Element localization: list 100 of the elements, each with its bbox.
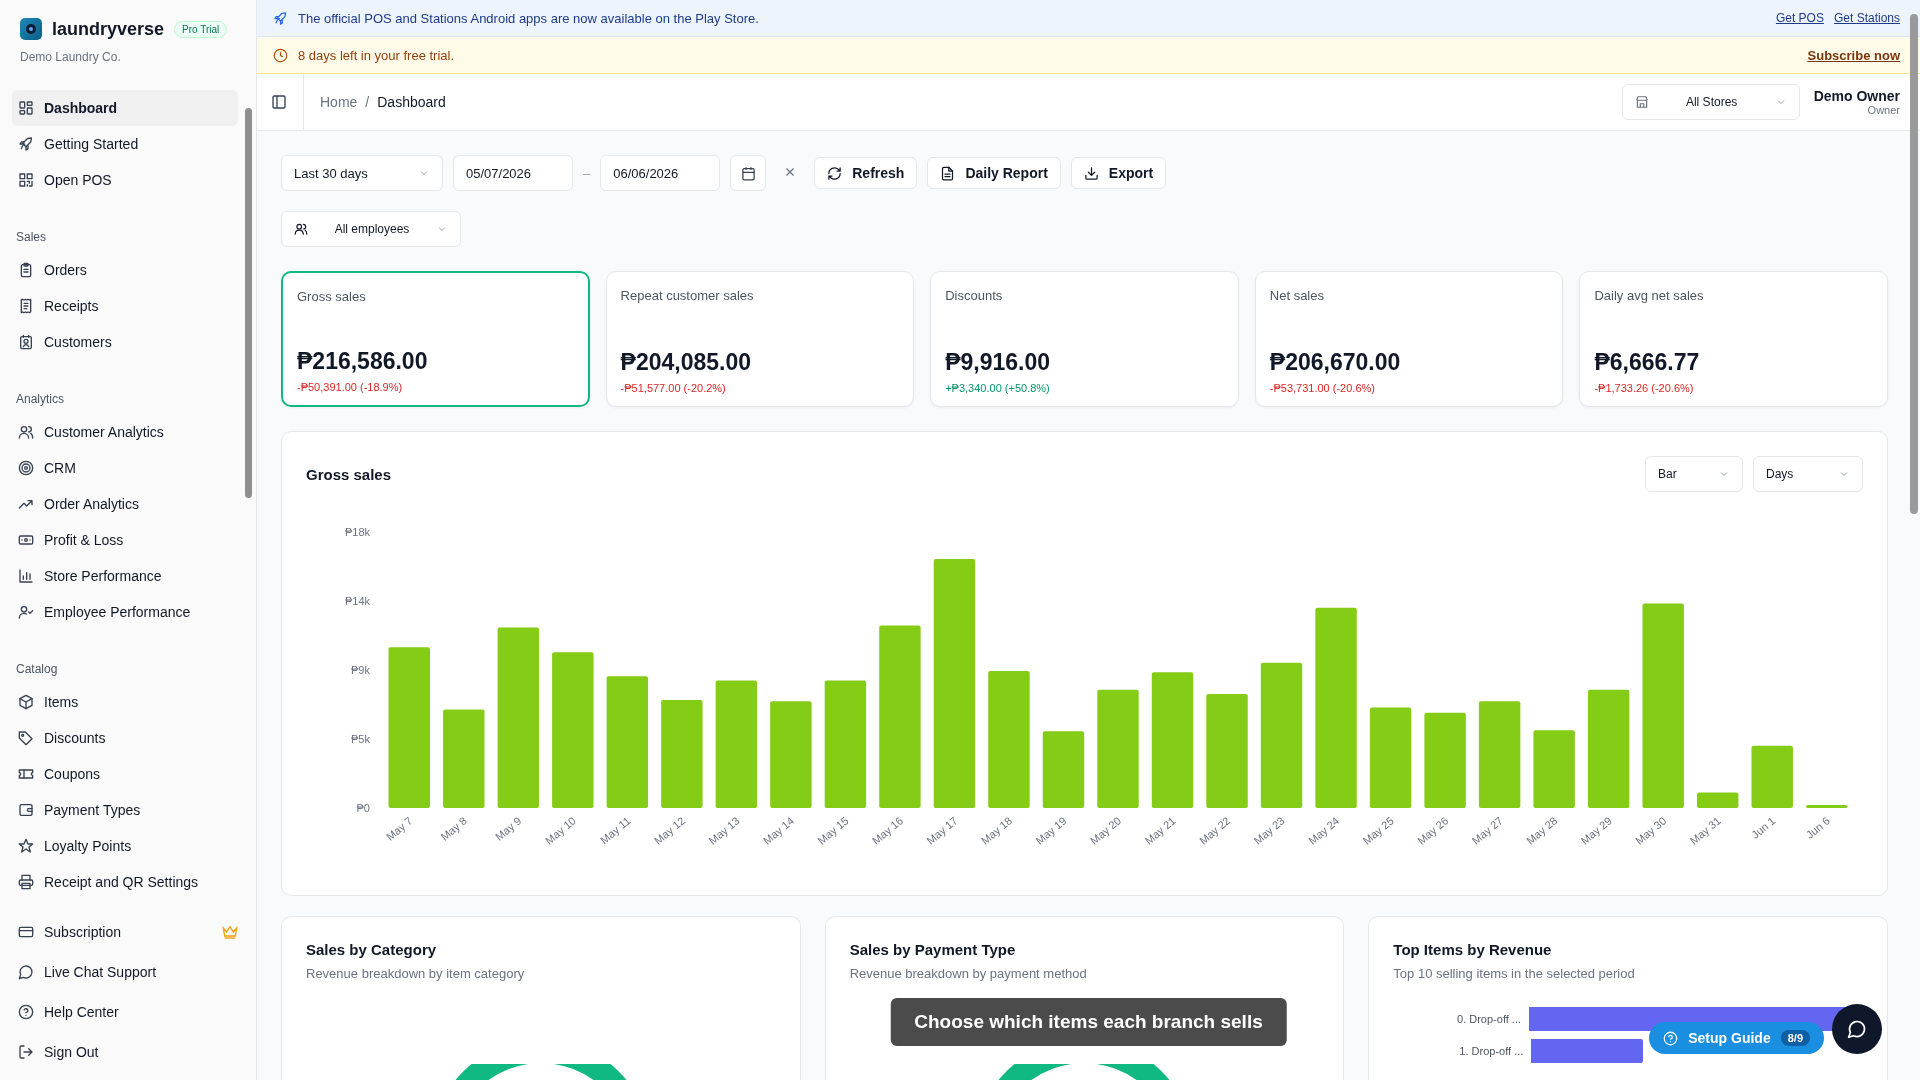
user-check-icon [18,604,34,620]
breadcrumb-item[interactable]: Home [320,94,358,110]
axis-label: May 13 [706,814,742,847]
axis-label: May 27 [1469,814,1505,847]
calendar-button[interactable] [730,155,767,191]
sign-out-icon [18,1044,34,1060]
chart-bar [1806,804,1848,808]
banner-link[interactable]: Get Stations [1833,11,1900,25]
chart-bar [1697,792,1739,808]
nav-item[interactable]: Receipts [12,288,238,324]
printer-icon [18,874,34,890]
brand-name: laundryverse [52,18,165,40]
axis-label: May 21 [1142,814,1178,847]
metric-change: -₱53,731.00 (-20.6%) [1269,382,1376,394]
nav-item[interactable]: Subscription [12,912,244,952]
clipboard-icon [18,262,34,278]
refresh-icon [827,165,843,181]
axis-label: May 25 [1360,814,1396,847]
nav-item[interactable]: Store Performance [12,558,238,594]
nav-item[interactable]: Loyalty Points [12,828,238,864]
card-title: Top Items by Revenue [1393,941,1553,958]
axis-label: May 7 [383,814,415,843]
credit-card-icon [18,924,34,940]
axis-label: May 29 [1578,814,1614,847]
store-icon [1634,95,1649,109]
bar-chart-icon [18,568,34,584]
axis-label: May 22 [1196,814,1233,847]
nav-item[interactable]: Employee Performance [12,594,238,630]
chat-icon [1847,1019,1867,1039]
nav-item[interactable]: CRM [12,450,238,486]
receipt-icon [18,298,34,314]
setup-guide-button[interactable]: Setup Guide 8/9 [1649,1022,1824,1054]
breadcrumb-item[interactable]: Dashboard [377,94,446,110]
nav-item[interactable]: Order Analytics [12,486,238,522]
metric-card[interactable]: Repeat customer sales ₱204,085.00 -₱51,577.00 (-20.2%) [605,271,915,407]
nav-item[interactable]: Open POS [12,162,238,198]
employee-select[interactable]: All employees [281,211,461,247]
nav-item[interactable]: Getting Started [12,126,238,162]
axis-label: ₱9k [351,664,370,676]
progress-badge: 8/9 [1780,1030,1810,1046]
axis-label: May 28 [1524,814,1560,847]
metric-card[interactable]: Gross sales ₱216,586.00 -₱50,391.00 (-18.9%) [281,271,590,407]
sidebar-toggle-icon[interactable] [271,94,287,110]
nav-item[interactable]: Coupons [12,756,238,792]
toolbar-button[interactable]: Refresh [814,157,918,189]
metric-card[interactable]: Daily avg net sales ₱6,666.77 -₱1,733.26 (-20.6%) [1579,271,1888,407]
trial-text: 8 days left in your free trial. [298,47,455,63]
metric-card[interactable]: Discounts ₱9,916.00 +₱3,340.00 (+50.8%) [930,271,1239,407]
nav-item[interactable]: Receipt and QR Settings [12,864,238,892]
axis-label: May 18 [978,814,1015,847]
users-icon [18,424,34,440]
toolbar-button[interactable]: Export [1070,157,1167,189]
metric-change: -₱51,577.00 (-20.2%) [620,382,727,394]
metric-value: ₱204,085.00 [620,349,753,376]
axis-label: May 19 [1033,814,1069,847]
nav-item[interactable]: Items [12,684,238,720]
nav-item[interactable]: Live Chat Support [12,952,244,992]
toolbar-button[interactable]: Daily Report [927,157,1061,189]
qr-code-icon [18,172,34,188]
end-date-field[interactable]: 06/06/2026 [600,155,721,191]
rocket-icon [273,10,288,26]
nav-item[interactable]: Profit & Loss [12,522,238,558]
help-icon [18,1004,34,1020]
nav-item[interactable]: Discounts [12,720,238,756]
axis-label: May 11 [597,814,633,847]
metric-value: ₱9,916.00 [945,349,1052,376]
date-separator: – [583,165,591,181]
nav-item[interactable]: Orders [12,252,238,288]
axis-label: ₱5k [351,733,370,745]
start-date-field[interactable]: 05/07/2026 [453,155,573,191]
metric-label: Discounts [945,288,1004,303]
nav-item[interactable]: Help Center [12,992,244,1032]
metric-label: Daily avg net sales [1594,288,1705,303]
axis-label: May 20 [1087,814,1124,847]
axis-label: May 24 [1306,814,1342,847]
nav-item[interactable]: Customers [12,324,238,360]
scrollbar[interactable] [1910,14,1918,514]
metric-card[interactable]: Net sales ₱206,670.00 -₱53,731.00 (-20.6%) [1254,271,1564,407]
nav-item[interactable]: Sign Out [12,1032,244,1072]
nav-item[interactable]: Payment Types [12,792,238,828]
nav-item[interactable]: Customer Analytics [12,414,238,450]
grid-icon [18,100,34,116]
scrollbar[interactable] [245,108,252,498]
subscribe-link[interactable]: Subscribe now [1807,47,1900,63]
axis-label: ₱18k [344,526,370,538]
plan-badge: Pro Trial [174,20,228,38]
axis-label: May 14 [760,814,797,847]
nav-item[interactable]: Dashboard [12,90,238,126]
organization-name: Demo Laundry Co. [19,49,122,66]
axis-label: May 10 [542,814,579,847]
axis-label: Jun 1 [1749,814,1778,841]
chat-icon [18,964,34,980]
axis-label: May 31 [1687,814,1723,847]
store-select[interactable]: All Stores [1621,84,1800,120]
chart-type-select[interactable]: Bar [1645,456,1743,492]
banner-link[interactable]: Get POS [1775,11,1824,25]
period-select[interactable]: Days [1753,456,1863,492]
chart-bar [1751,745,1793,808]
axis-label: May 9 [492,814,524,843]
date-range-select[interactable]: Last 30 days [281,155,443,191]
